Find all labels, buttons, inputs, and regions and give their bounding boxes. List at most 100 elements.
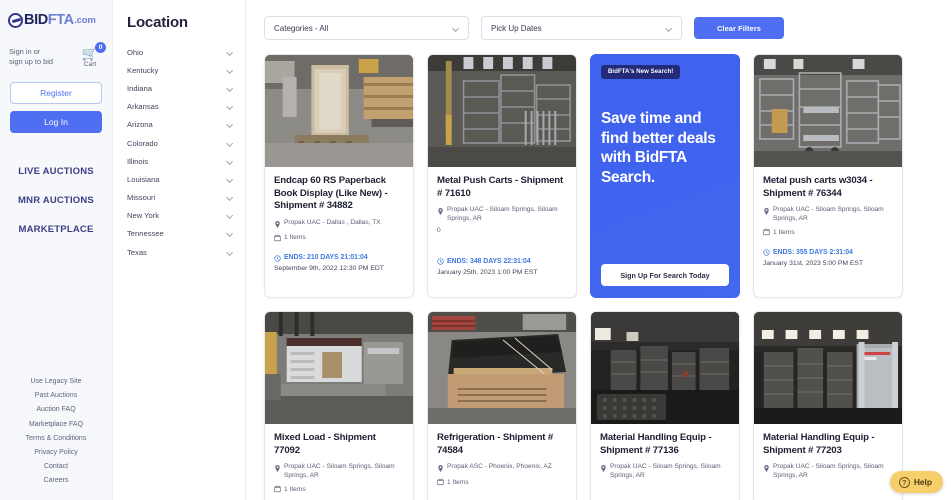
auction-card-end-date: January 31st, 2023 5:00 PM EST (763, 259, 864, 267)
auction-card-location: Propak UAC - Dallas , Dallas, TX (274, 219, 404, 229)
auction-card-end-date: September 9th, 2022 12:30 PM EDT (274, 265, 384, 273)
location-item-label: Arkansas (127, 102, 159, 112)
auction-card-body: Material Handling Equip - Shipment # 771… (591, 424, 739, 490)
auction-card-location: Propak UAC - Siloam Springs, Siloam Spri… (437, 206, 567, 223)
auction-card-body: Metal push carts w3034 - Shipment # 7634… (754, 167, 902, 277)
auction-card-title: Metal Push Carts - Shipment # 71610 (437, 175, 564, 199)
logo[interactable]: BID FTA .com (7, 8, 105, 30)
location-item-illinois[interactable]: Illinois (127, 152, 235, 170)
auction-grid: Endcap 60 RS Paperback Book Display (Lik… (264, 54, 935, 500)
page-root: BID FTA .com Sign in or sign up to bid 0 🛒 … (0, 0, 951, 500)
promo-headline: Save time and find better deals with Bid… (601, 110, 716, 186)
clock-icon (763, 249, 770, 257)
location-pin-icon (764, 465, 769, 473)
pickup-dates-select[interactable]: Pick Up Dates (481, 16, 682, 40)
footer-link-contact[interactable]: Contact (7, 460, 105, 474)
help-button[interactable]: ? Help (889, 471, 943, 493)
auction-card-ends-text: ENDS: 210 DAYS 21:01:04 (284, 254, 368, 262)
location-item-tennessee[interactable]: Tennessee (127, 225, 235, 243)
footer-link-use-legacy-site[interactable]: Use Legacy Site (7, 375, 105, 389)
location-item-kentucky[interactable]: Kentucky (127, 61, 235, 79)
location-item-label: Kentucky (127, 65, 159, 75)
main-content: Categories - All Pick Up Dates Clear Fil… (246, 0, 951, 500)
location-title: Location (127, 14, 188, 31)
chevron-down-icon (226, 85, 233, 92)
clear-filters-button[interactable]: Clear Filters (694, 17, 784, 39)
location-item-indiana[interactable]: Indiana (127, 79, 235, 97)
material-handling-racks-photo (754, 312, 902, 424)
auction-card[interactable]: Material Handling Equip - Shipment # 772… (753, 311, 903, 500)
location-item-louisiana[interactable]: Louisiana (127, 170, 235, 188)
auction-card-items: 1 Items (437, 477, 567, 487)
pickup-dates-select-value: Pick Up Dates (491, 23, 542, 33)
pallet-wrapped-display-photo (265, 55, 413, 167)
location-pin-icon (275, 220, 280, 228)
signin-text[interactable]: Sign in or sign up to bid (9, 47, 53, 67)
auction-card[interactable]: Material Handling Equip - Shipment # 771… (590, 311, 740, 500)
location-pin-icon (438, 208, 443, 216)
auction-card[interactable]: Endcap 60 RS Paperback Book Display (Lik… (264, 54, 414, 298)
categories-select-value: Categories - All (274, 23, 329, 33)
location-item-new-york[interactable]: New York (127, 207, 235, 225)
auction-card-title: Material Handling Equip - Shipment # 771… (600, 432, 712, 456)
chevron-down-icon (226, 121, 233, 128)
auction-card-location-text: Propak UAC - Siloam Springs, Siloam Spri… (610, 463, 721, 479)
promo-banner[interactable]: BidFTA's New Search! Save time and find … (590, 54, 740, 298)
auction-card[interactable]: Metal push carts w3034 - Shipment # 7634… (753, 54, 903, 298)
cart-count-badge: 0 (95, 42, 106, 53)
cart-label: Cart (83, 61, 97, 68)
location-item-colorado[interactable]: Colorado (127, 134, 235, 152)
register-button[interactable]: Register (10, 82, 102, 104)
location-item-label: Tennessee (127, 229, 164, 239)
login-button[interactable]: Log In (10, 111, 102, 133)
auction-card-body: Metal Push Carts - Shipment # 71610 Prop… (428, 167, 576, 286)
chevron-down-icon (226, 49, 233, 56)
footer-link-terms-conditions[interactable]: Terms & Conditions (7, 431, 105, 445)
auction-card-location: Propak UAC - Siloam Springs, Siloam Spri… (763, 463, 893, 480)
sidebar-item-live-auctions[interactable]: LIVE AUCTIONS (7, 157, 105, 186)
auction-card-items-text: 1 Items (284, 234, 306, 242)
auction-card-end-date: January 25th, 2023 1:00 PM EST (437, 268, 538, 276)
location-pin-icon (764, 208, 769, 216)
location-item-arizona[interactable]: Arizona (127, 116, 235, 134)
sidebar-item-mnr-auctions[interactable]: MNR AUCTIONS (7, 186, 105, 215)
auction-card-title: Mixed Load - Shipment 77092 (274, 432, 376, 456)
auction-card-ends: ENDS: 355 DAYS 2:31:04 January 31st, 202… (763, 247, 893, 267)
chevron-down-icon (226, 176, 233, 183)
clock-icon (437, 258, 444, 266)
categories-select[interactable]: Categories - All (264, 16, 469, 40)
auction-card-body: Mixed Load - Shipment 77092 Propak UAC -… (265, 424, 413, 500)
signin-row: Sign in or sign up to bid 0 🛒 Cart (7, 42, 106, 68)
location-item-label: Missouri (127, 193, 156, 203)
auction-card[interactable]: Metal Push Carts - Shipment # 71610 Prop… (427, 54, 577, 298)
location-item-texas[interactable]: Texas (127, 243, 235, 261)
sidebar-footer: Use Legacy Site Past Auctions Auction FA… (7, 375, 105, 495)
auction-card-items: 1 Items (274, 484, 404, 494)
auction-card-body: Material Handling Equip - Shipment # 772… (754, 424, 902, 490)
footer-link-privacy-policy[interactable]: Privacy Policy (7, 445, 105, 459)
footer-link-marketplace-faq[interactable]: Marketplace FAQ (7, 417, 105, 431)
cart-button[interactable]: 0 🛒 Cart (77, 42, 106, 68)
auction-card[interactable]: Mixed Load - Shipment 77092 Propak UAC -… (264, 311, 414, 500)
auction-card-location: Propak ASC - Phoenix, Phoenix, AZ (437, 463, 567, 473)
footer-link-careers[interactable]: Careers (7, 474, 105, 488)
box-icon (763, 229, 770, 236)
help-label: Help (913, 477, 932, 487)
auction-card-title: Refrigeration - Shipment # 74584 (437, 432, 554, 456)
auction-card[interactable]: Refrigeration - Shipment # 74584 Propak … (427, 311, 577, 500)
footer-link-auction-faq[interactable]: Auction FAQ (7, 403, 105, 417)
auction-card-ends: ENDS: 348 DAYS 22:31:04 January 25th, 20… (437, 256, 567, 276)
location-pin-icon (601, 465, 606, 473)
footer-link-past-auctions[interactable]: Past Auctions (7, 389, 105, 403)
location-pin-icon (275, 465, 280, 473)
auction-card-ends: ENDS: 210 DAYS 21:01:04 September 9th, 2… (274, 253, 404, 273)
location-item-missouri[interactable]: Missouri (127, 189, 235, 207)
location-item-arkansas[interactable]: Arkansas (127, 98, 235, 116)
location-item-ohio[interactable]: Ohio (127, 43, 235, 61)
sidebar-item-marketplace[interactable]: MARKETPLACE (7, 215, 105, 244)
chevron-down-icon (226, 140, 233, 147)
promo-signup-button[interactable]: Sign Up For Search Today (601, 264, 729, 286)
location-item-label: Arizona (127, 120, 153, 130)
auction-card-items: 1 Items (274, 233, 404, 243)
auction-card-location: Propak UAC - Siloam Springs, Siloam Spri… (763, 206, 893, 223)
